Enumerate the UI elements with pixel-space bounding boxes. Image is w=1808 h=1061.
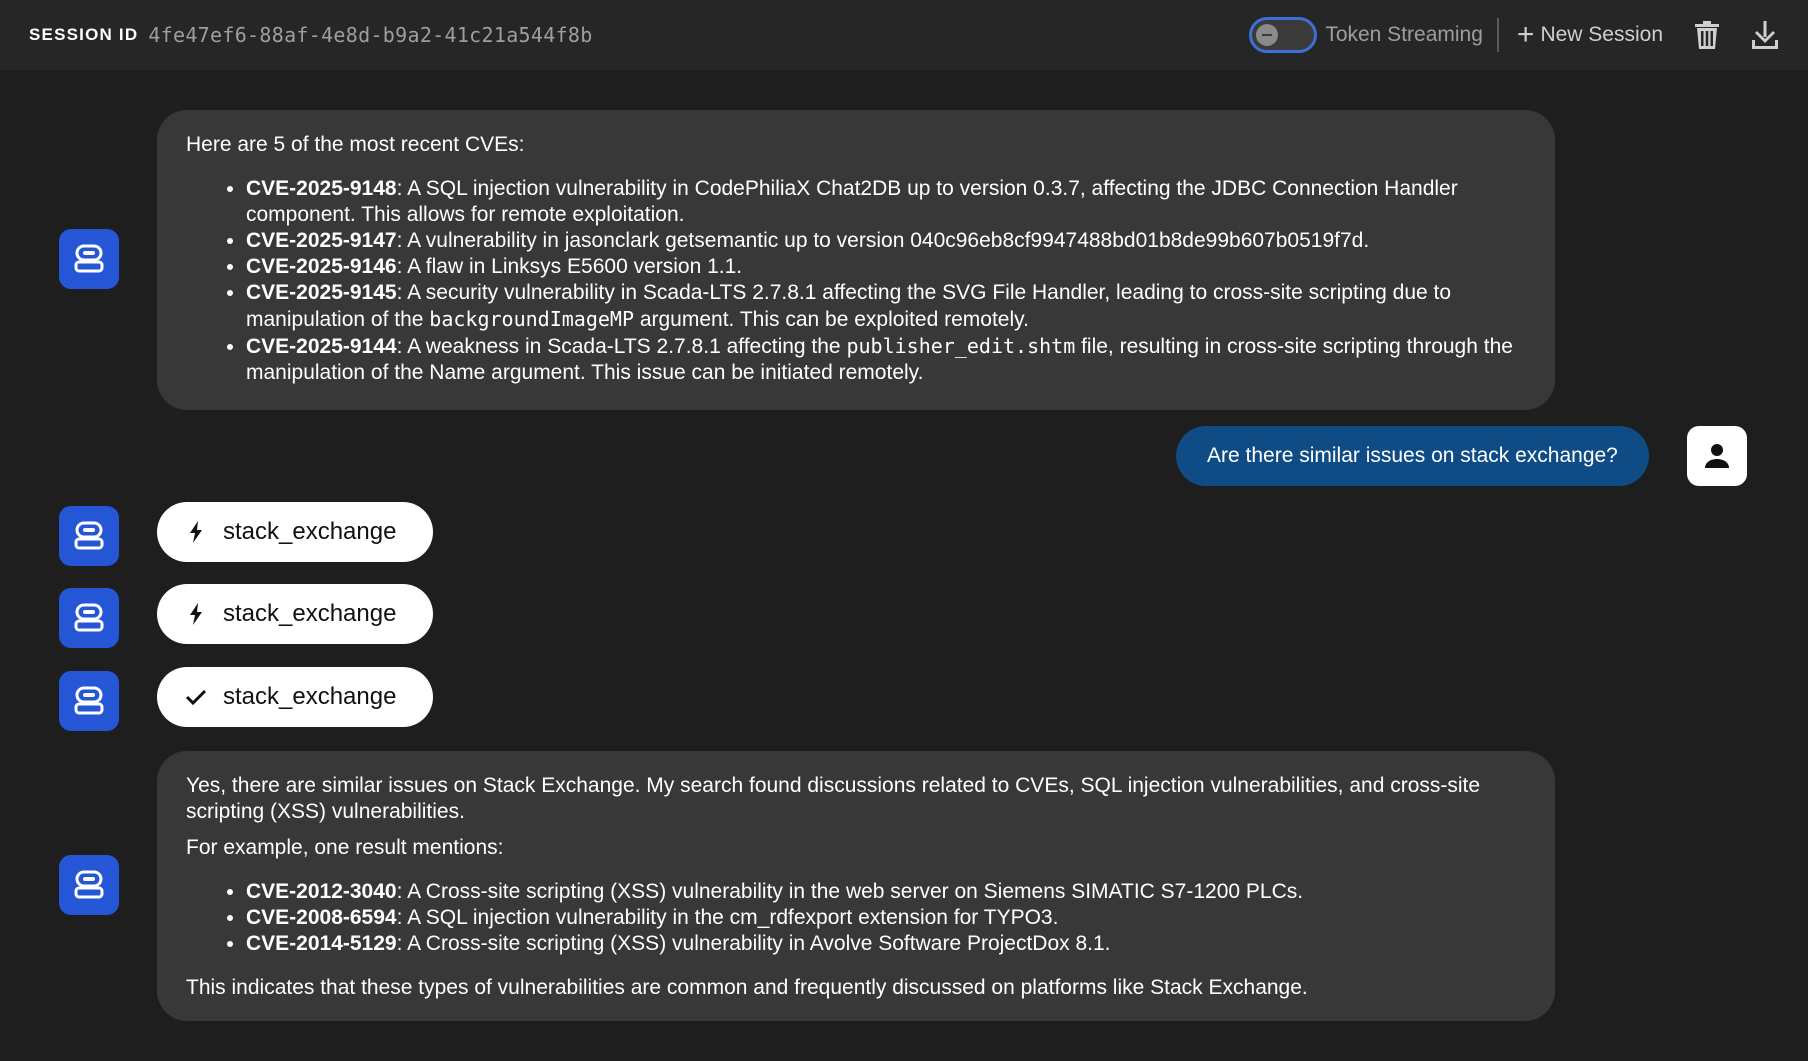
assistant-avatar [59,671,119,731]
assistant-avatar [59,229,119,289]
robot-icon [74,686,104,715]
assistant-avatar [59,855,119,915]
session-id-value: 4fe47ef6-88af-4e8d-b9a2-41c21a544f8b [148,23,593,47]
top-bar: SESSION ID 4fe47ef6-88af-4e8d-b9a2-41c21… [0,0,1808,70]
list-item: CVE-2025-9148: A SQL injection vulnerabi… [246,176,1525,228]
code-argument: backgroundImageMP [429,307,634,331]
robot-icon [74,870,104,899]
tool-name: stack_exchange [223,518,397,545]
toolbar: Token Streaming + New Session [1249,0,1779,70]
session-id-label: SESSION ID [29,25,139,44]
cve-description-tail: argument. This issue can be initiated re… [485,361,924,384]
bolt-icon [185,603,207,625]
cve-id: CVE-2025-9144 [246,335,397,358]
list-item: CVE-2012-3040: A Cross-site scripting (X… [246,879,1525,905]
tool-call-pill[interactable]: stack_exchange [157,502,433,562]
tool-name: stack_exchange [223,600,397,627]
check-icon [185,688,207,706]
new-session-button[interactable]: + New Session [1517,20,1663,50]
list-item: CVE-2025-9147: A vulnerability in jasonc… [246,228,1525,254]
cve-id: CVE-2025-9146 [246,255,397,278]
person-icon [1705,444,1729,468]
tool-name: stack_exchange [223,683,397,710]
cve-list: CVE-2012-3040: A Cross-site scripting (X… [186,879,1525,957]
cve-description: : A SQL injection vulnerability in the c… [396,906,1059,929]
cve-id: CVE-2025-9145 [246,281,397,304]
assistant-avatar [59,588,119,648]
assistant-message: Here are 5 of the most recent CVEs: CVE-… [157,110,1555,410]
toggle-knob-icon [1256,24,1279,46]
message-intro: Here are 5 of the most recent CVEs: [186,133,525,156]
cve-description: : A weakness in Scada-LTS 2.7.8.1 affect… [396,335,847,358]
list-item: CVE-2025-9146: A flaw in Linksys E5600 v… [246,254,1525,280]
bolt-icon [185,521,207,543]
cve-id: CVE-2025-9148 [246,177,397,200]
cve-description: : A SQL injection vulnerability in CodeP… [246,177,1458,226]
robot-icon [74,603,104,632]
new-session-label: New Session [1540,23,1663,46]
cve-description: : A vulnerability in jasonclark getseman… [396,229,1370,252]
assistant-message: Yes, there are similar issues on Stack E… [157,751,1555,1021]
user-avatar [1687,426,1747,486]
cve-id: CVE-2008-6594 [246,906,397,929]
message-paragraph: For example, one result mentions: [186,836,504,859]
cve-id: CVE-2014-5129 [246,932,397,955]
cve-list: CVE-2025-9148: A SQL injection vulnerabi… [186,176,1525,386]
cve-description: : A Cross-site scripting (XSS) vulnerabi… [396,932,1111,955]
list-item: CVE-2014-5129: A Cross-site scripting (X… [246,931,1525,957]
robot-icon [74,521,104,550]
user-message: Are there similar issues on stack exchan… [1176,426,1649,486]
trash-icon [1695,21,1719,49]
argument-name: Name [429,361,486,384]
assistant-avatar [59,506,119,566]
tool-call-pill[interactable]: stack_exchange [157,667,433,727]
plus-icon: + [1516,18,1535,51]
delete-session-button[interactable] [1693,20,1721,50]
cve-description-tail: argument. This can be exploited remotely… [634,308,1029,331]
user-message-text: Are there similar issues on stack exchan… [1207,444,1618,467]
download-button[interactable] [1751,20,1779,50]
token-streaming-label: Token Streaming [1325,23,1483,46]
cve-description: : A Cross-site scripting (XSS) vulnerabi… [396,880,1304,903]
robot-icon [74,244,104,273]
list-item: CVE-2008-6594: A SQL injection vulnerabi… [246,905,1525,931]
code-filename: publisher_edit.shtm [846,334,1076,358]
cve-description: : A flaw in Linksys E5600 version 1.1. [396,255,743,278]
token-streaming-toggle[interactable] [1249,17,1318,53]
list-item: CVE-2025-9145: A security vulnerability … [246,280,1525,333]
toolbar-divider [1496,18,1499,52]
cve-id: CVE-2012-3040 [246,880,397,903]
download-icon [1752,21,1778,49]
cve-id: CVE-2025-9147 [246,229,397,252]
tool-call-pill[interactable]: stack_exchange [157,584,433,644]
message-conclusion: This indicates that these types of vulne… [186,976,1308,999]
list-item: CVE-2025-9144: A weakness in Scada-LTS 2… [246,333,1525,386]
message-paragraph: Yes, there are similar issues on Stack E… [186,774,1481,823]
